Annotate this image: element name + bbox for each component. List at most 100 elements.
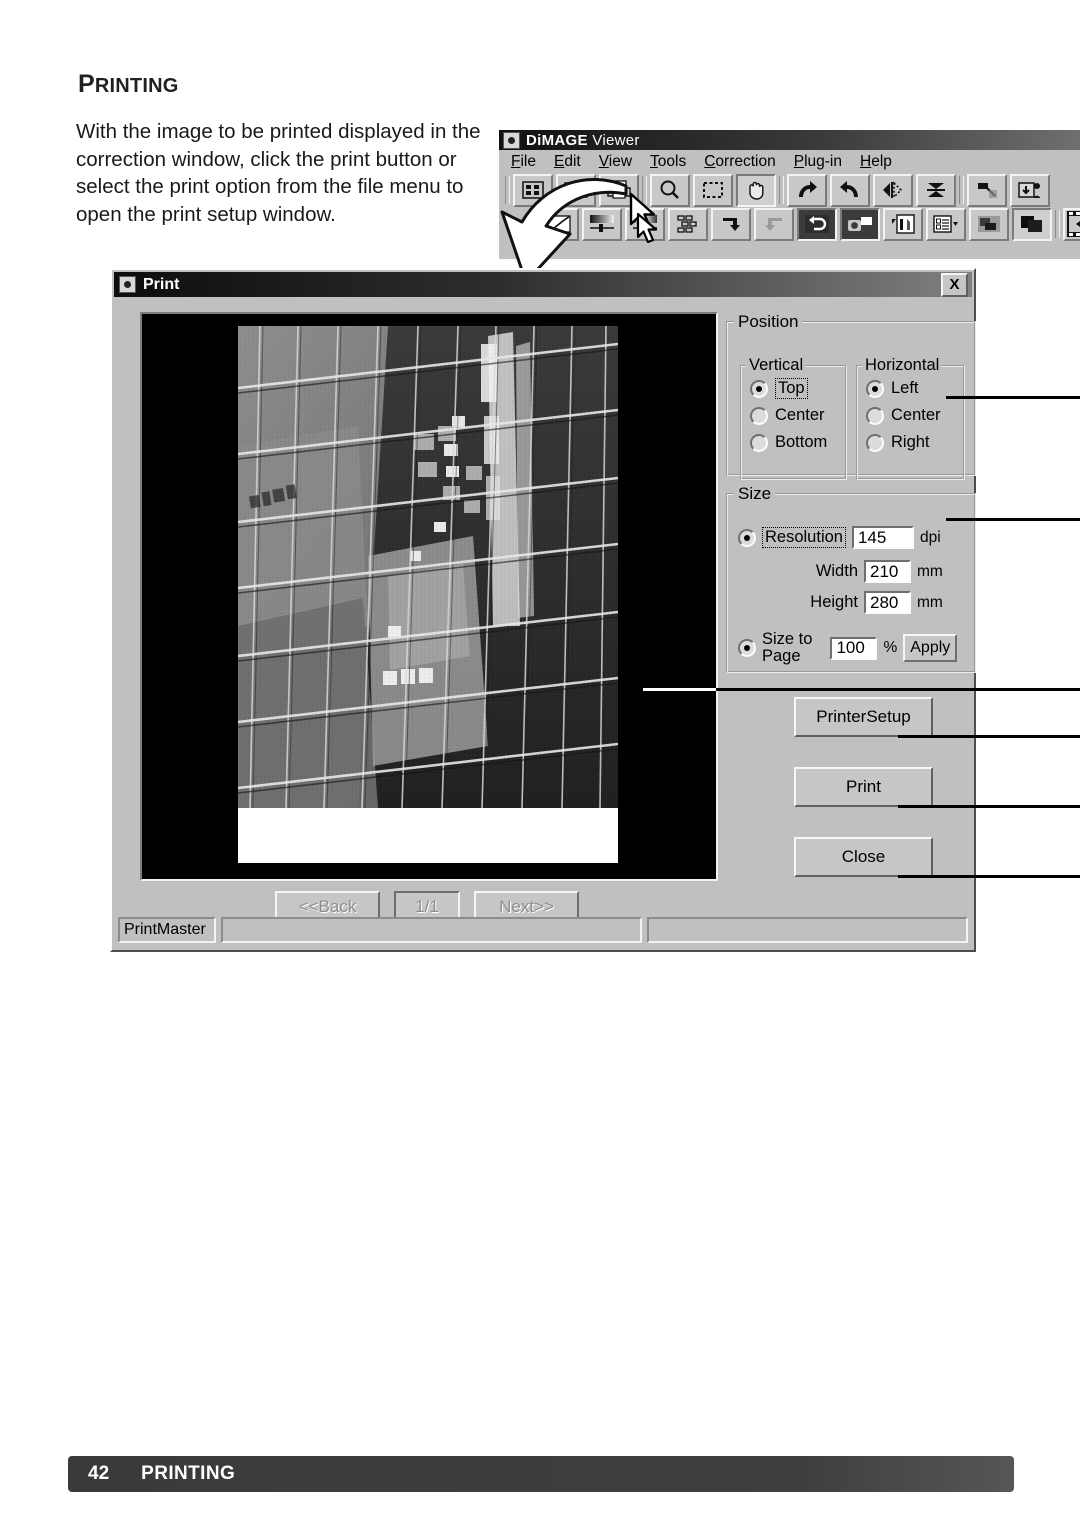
- rotate-right-icon[interactable]: [830, 173, 870, 207]
- radio-vertical-center[interactable]: Center: [742, 402, 845, 429]
- manual-page: PRINTING With the image to be printed di…: [0, 0, 1080, 1529]
- radio-label: Bottom: [775, 433, 828, 451]
- menu-edit[interactable]: Edit: [554, 153, 581, 171]
- intro-paragraph: With the image to be printed displayed i…: [76, 120, 481, 226]
- print-icon[interactable]: [599, 173, 639, 207]
- print-preview-pane: [140, 312, 718, 881]
- thumbnail-grid-icon[interactable]: [513, 173, 553, 207]
- radio-horizontal-right[interactable]: Right: [858, 429, 963, 456]
- preview-photo: [238, 326, 618, 808]
- compare-icon[interactable]: [1012, 207, 1052, 241]
- radio-indicator: [866, 379, 884, 398]
- flip-horizontal-icon[interactable]: [873, 173, 913, 207]
- toolbar-separator: [642, 176, 647, 204]
- menu-plug-in[interactable]: Plug-in: [794, 153, 842, 171]
- resolution-unit: dpi: [919, 528, 941, 546]
- horizontal-group: Horizontal Left Center Right: [856, 356, 965, 480]
- resolution-label: Resolution: [762, 527, 846, 548]
- reset-icon[interactable]: [797, 207, 837, 241]
- undo-icon[interactable]: [711, 207, 751, 241]
- radio-label: Top: [775, 378, 808, 399]
- print-dialog-titlebar: Print X: [114, 272, 972, 297]
- size-to-page-row: Size to Page 100 % Apply: [738, 631, 958, 665]
- page-footer: 42 PRINTING: [68, 1456, 1014, 1492]
- statusbar-field-1: [221, 917, 643, 943]
- horizontal-legend: Horizontal: [865, 356, 940, 374]
- menu-file[interactable]: File: [511, 153, 536, 171]
- size-group: Size Resolution 145 dpi Width 210 mm Hei…: [726, 484, 976, 673]
- close-icon[interactable]: X: [941, 272, 968, 297]
- radio-horizontal-center[interactable]: Center: [858, 402, 963, 429]
- toolbar-separator: [779, 176, 784, 204]
- size-to-page-line1: Size to: [762, 630, 813, 648]
- redo-icon[interactable]: [754, 207, 794, 241]
- radio-indicator: [866, 433, 884, 452]
- page-title-text: PRINTING: [78, 70, 179, 98]
- resolution-row: Resolution 145 dpi: [738, 526, 941, 549]
- menu-view[interactable]: View: [599, 153, 632, 171]
- filmstrip-icon[interactable]: [1063, 207, 1080, 241]
- printer-setup-button[interactable]: PrinterSetup: [794, 697, 933, 737]
- height-row: Height 280 mm: [806, 591, 943, 614]
- magnify-icon[interactable]: [650, 173, 690, 207]
- preview-paper: [238, 326, 618, 863]
- size-to-page-line2: Page: [762, 647, 801, 665]
- batch-save-icon[interactable]: [1010, 173, 1050, 207]
- flip-vertical-icon[interactable]: [916, 173, 956, 207]
- brightness-contrast-icon[interactable]: [582, 207, 622, 241]
- dimage-viewer-window: DiMAGE Viewer File Edit View Tools Correctio…: [497, 128, 1080, 259]
- percent-unit: %: [883, 639, 898, 656]
- size-to-page-label: Size to Page: [762, 631, 812, 665]
- width-label: Width: [815, 562, 858, 580]
- leader-line-print: [898, 805, 1080, 808]
- print-button[interactable]: Print: [794, 767, 933, 807]
- resolution-input[interactable]: 145: [851, 526, 914, 549]
- close-button[interactable]: Close: [794, 837, 933, 877]
- leader-line-preview: [643, 688, 718, 691]
- print-dialog: Print X <<Back 1/1 Next>> Position Verti…: [110, 268, 976, 952]
- toolbar-separator: [1055, 210, 1060, 238]
- tone-curve-icon[interactable]: [539, 207, 579, 241]
- viewer-title-text: DiMAGE Viewer: [526, 131, 640, 149]
- height-unit: mm: [917, 593, 943, 611]
- position-legend: Position: [738, 312, 799, 331]
- histogram-icon[interactable]: [883, 207, 923, 241]
- variation-icon[interactable]: [668, 207, 708, 241]
- print-dialog-body: <<Back 1/1 Next>> Position Vertical Top: [118, 302, 976, 923]
- menu-help[interactable]: Help: [860, 153, 892, 171]
- viewer-titlebar: DiMAGE Viewer: [499, 130, 1080, 150]
- radio-vertical-bottom[interactable]: Bottom: [742, 429, 845, 456]
- width-unit: mm: [917, 562, 943, 580]
- width-input[interactable]: 210: [864, 560, 911, 583]
- menu-correction[interactable]: Correction: [704, 153, 776, 171]
- apply-button[interactable]: Apply: [903, 634, 958, 662]
- radio-indicator: [750, 406, 768, 425]
- radio-resolution[interactable]: [738, 528, 756, 547]
- width-row: Width 210 mm: [806, 560, 943, 583]
- save-icon[interactable]: [556, 173, 596, 207]
- rotate-left-icon[interactable]: [787, 173, 827, 207]
- vertical-legend: Vertical: [749, 356, 804, 374]
- hue-saturation-icon[interactable]: [625, 207, 665, 241]
- undo-all-icon[interactable]: [967, 173, 1007, 207]
- transparency-icon[interactable]: [969, 207, 1009, 241]
- radio-size-to-page[interactable]: [738, 639, 756, 657]
- menu-tools[interactable]: Tools: [650, 153, 686, 171]
- snapshot-icon[interactable]: [840, 207, 880, 241]
- image-info-icon[interactable]: [926, 207, 966, 241]
- crop-select-icon[interactable]: [693, 173, 733, 207]
- radio-vertical-top[interactable]: Top: [742, 375, 845, 402]
- radio-indicator: [750, 379, 768, 398]
- grab-hand-icon[interactable]: [736, 173, 776, 207]
- print-dialog-icon: [119, 276, 136, 293]
- viewer-menubar[interactable]: File Edit View Tools Correction Plug-in Help: [499, 150, 1080, 173]
- statusbar-field-2: [647, 917, 968, 943]
- height-label: Height: [810, 593, 858, 611]
- height-input[interactable]: 280: [864, 591, 911, 614]
- footer-page-number: 42: [88, 1463, 110, 1484]
- viewer-toolbar-row-2: [499, 207, 1080, 241]
- toolbar-separator: [959, 176, 964, 204]
- viewer-toolbar-row-1: [499, 173, 1080, 207]
- size-to-page-input[interactable]: 100: [830, 636, 878, 660]
- leader-line-position: [946, 396, 1080, 399]
